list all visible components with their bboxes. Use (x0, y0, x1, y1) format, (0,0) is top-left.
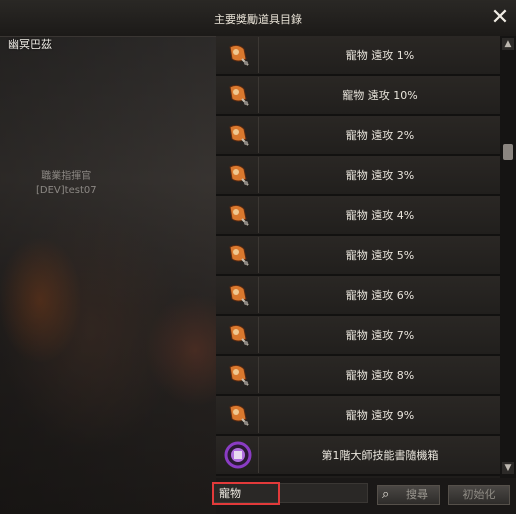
bell-icon (229, 284, 249, 306)
scroll-down-arrow-icon[interactable]: ▼ (502, 462, 514, 474)
list-item-label: 寵物 遠攻 6% (345, 289, 415, 302)
bell-icon (229, 84, 249, 106)
item-icon-slot (218, 277, 259, 313)
list-scrollbar[interactable]: ▲ ▼ (500, 36, 516, 478)
list-item[interactable]: 寵物 遠攻 9% (216, 396, 500, 436)
list-item[interactable]: 寵物 遠攻 5% (216, 236, 500, 276)
list-item-label: 寵物 遠攻 9% (345, 409, 415, 422)
window-titlebar: 主要獎勵道具目錄 ✕ (0, 0, 516, 37)
item-icon-slot (218, 77, 259, 113)
item-icon-slot (218, 197, 259, 233)
list-item-label: 寵物 遠攻 10% (342, 89, 418, 102)
npc-name: [DEV]test07 (36, 185, 97, 196)
search-button[interactable]: ⌕ 搜尋 (377, 485, 440, 505)
item-icon-slot (218, 37, 259, 73)
magnifier-icon: ⌕ (382, 487, 390, 502)
list-item[interactable]: 寵物 遠攻 4% (216, 196, 500, 236)
item-icon-slot (218, 357, 259, 393)
list-item-label: 寵物 遠攻 1% (345, 49, 415, 62)
list-item-label: 第1階大師技能書隨機箱 (321, 449, 439, 462)
list-item[interactable]: 寵物 遠攻 1% (216, 36, 500, 76)
list-item[interactable]: 第1階大師技能書隨機箱 (216, 436, 500, 476)
list-item[interactable]: 寵物 遠攻 2% (216, 116, 500, 156)
search-input[interactable] (212, 483, 368, 503)
search-button-label: 搜尋 (406, 488, 428, 501)
list-item-label: 寵物 遠攻 8% (345, 369, 415, 382)
bell-icon (229, 44, 249, 66)
list-item-label: 寵物 遠攻 4% (345, 209, 415, 222)
bell-icon (229, 164, 249, 186)
reward-item-list: 寵物 遠攻 1% 寵物 遠攻 10% 寵物 遠攻 2% 寵物 遠攻 3% 寵物 遠攻 4… (216, 36, 516, 478)
bell-icon (229, 124, 249, 146)
list-item-label: 寵物 遠攻 2% (345, 129, 415, 142)
reset-button[interactable]: 初始化 (448, 485, 510, 505)
bell-icon (229, 244, 249, 266)
player-name: 幽冥巴茲 (8, 38, 52, 51)
item-icon-slot (218, 157, 259, 193)
list-item[interactable]: 寵物 遠攻 3% (216, 156, 500, 196)
item-icon-slot (218, 437, 259, 473)
bell-icon (229, 364, 249, 386)
list-item[interactable]: 寵物 遠攻 8% (216, 356, 500, 396)
bell-icon (229, 324, 249, 346)
list-item[interactable]: 寵物 遠攻 7% (216, 316, 500, 356)
skillbook-box-icon (224, 441, 252, 469)
item-icon-slot (218, 117, 259, 153)
item-icon-slot (218, 237, 259, 273)
npc-nameplate: 職業指揮官 [DEV]test07 (36, 170, 97, 198)
scroll-thumb[interactable] (503, 144, 513, 160)
bell-icon (229, 404, 249, 426)
window-title: 主要獎勵道具目錄 (214, 13, 302, 26)
item-icon-slot (218, 397, 259, 433)
list-item-label: 寵物 遠攻 7% (345, 329, 415, 342)
close-icon[interactable]: ✕ (488, 6, 512, 30)
item-icon-slot (218, 317, 259, 353)
npc-title: 職業指揮官 (41, 171, 92, 182)
list-item-label: 寵物 遠攻 5% (345, 249, 415, 262)
list-item-label: 寵物 遠攻 3% (345, 169, 415, 182)
bell-icon (229, 204, 249, 226)
list-item[interactable]: 寵物 遠攻 10% (216, 76, 500, 116)
list-item[interactable]: 寵物 遠攻 6% (216, 276, 500, 316)
scroll-up-arrow-icon[interactable]: ▲ (502, 38, 514, 50)
scene-shade (0, 0, 216, 514)
